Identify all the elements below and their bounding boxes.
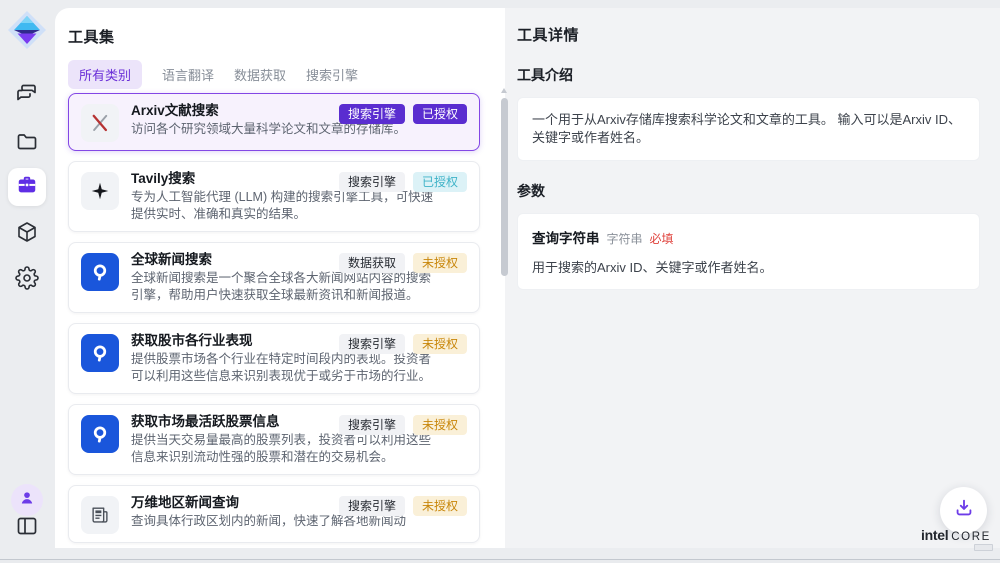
tool-description: 提供股票市场各个行业在特定时间段内的表现。投资者可以利用这些信息来识别表现优于或… bbox=[131, 351, 437, 385]
badge-group: 搜索引擎 未授权 bbox=[339, 334, 467, 354]
left-sidebar bbox=[0, 0, 55, 563]
cube-icon bbox=[15, 220, 39, 244]
toolbox-icon bbox=[16, 174, 38, 201]
auth-badge: 未授权 bbox=[413, 253, 467, 273]
tool-icon bbox=[81, 496, 119, 534]
category-badge: 搜索引擎 bbox=[339, 334, 405, 354]
category-tabs: 所有类别 语言翻译 数据获取 搜索引擎 bbox=[68, 61, 505, 87]
tool-description: 全球新闻搜索是一个聚合全球各大新闻网站内容的搜索引擎，帮助用户快速获取全球最新资… bbox=[131, 270, 437, 304]
sidebar-item-chat[interactable] bbox=[15, 81, 39, 105]
param-type: 字符串 bbox=[607, 232, 643, 246]
sidebar-item-packages[interactable] bbox=[15, 220, 39, 244]
sidebar-item-settings[interactable] bbox=[15, 266, 39, 290]
intel-core-logo: intel core bbox=[921, 527, 991, 543]
auth-badge: 未授权 bbox=[413, 496, 467, 516]
scrollbar-thumb[interactable] bbox=[501, 98, 508, 276]
tool-card[interactable]: 获取股市各行业表现 提供股票市场各个行业在特定时间段内的表现。投资者可以利用这些… bbox=[68, 323, 480, 394]
category-badge: 数据获取 bbox=[339, 253, 405, 273]
settings-gear-icon bbox=[15, 266, 39, 290]
param-name: 查询字符串 bbox=[532, 231, 600, 246]
tools-list-panel: 工具集 所有类别 语言翻译 数据获取 搜索引擎 Arxiv文献搜索 访问各个研究… bbox=[55, 8, 505, 548]
core-wordmark: core bbox=[951, 531, 991, 543]
sidebar-item-layout[interactable] bbox=[15, 514, 39, 538]
user-avatar-icon bbox=[17, 488, 37, 513]
tab-data-fetch[interactable]: 数据获取 bbox=[234, 65, 286, 84]
tool-icon bbox=[81, 253, 119, 291]
tool-icon bbox=[81, 104, 119, 142]
category-badge: 搜索引擎 bbox=[339, 496, 405, 516]
main-container: 工具集 所有类别 语言翻译 数据获取 搜索引擎 Arxiv文献搜索 访问各个研究… bbox=[55, 8, 1000, 548]
tool-icon bbox=[81, 172, 119, 210]
details-title: 工具详情 bbox=[517, 24, 980, 45]
category-badge: 搜索引擎 bbox=[339, 415, 405, 435]
tool-card[interactable]: 全球新闻搜索 全球新闻搜索是一个聚合全球各大新闻网站内容的搜索引擎，帮助用户快速… bbox=[68, 242, 480, 313]
tool-card[interactable]: 万维地区新闻查询 查询具体行政区划内的新闻，快速了解各地新闻动 搜索引擎 未授权 bbox=[68, 485, 480, 543]
chat-icon bbox=[15, 81, 39, 105]
folder-icon bbox=[15, 130, 39, 154]
tool-description: 提供当天交易量最高的股票列表，投资者可以利用这些信息来识别流动性强的股票和潜在的… bbox=[131, 432, 437, 466]
params-heading: 参数 bbox=[517, 181, 980, 201]
tool-icon bbox=[81, 334, 119, 372]
auth-badge: 已授权 bbox=[413, 172, 467, 192]
download-icon bbox=[953, 497, 975, 524]
tool-card[interactable]: Tavily搜索 专为人工智能代理 (LLM) 构建的搜索引擎工具，可快速提供实… bbox=[68, 161, 480, 232]
param-required-flag: 必填 bbox=[650, 232, 674, 246]
scroll-up-arrow-icon[interactable] bbox=[501, 88, 507, 93]
tool-card[interactable]: 获取市场最活跃股票信息 提供当天交易量最高的股票列表，投资者可以利用这些信息来识… bbox=[68, 404, 480, 475]
tool-card[interactable]: Arxiv文献搜索 访问各个研究领域大量科学论文和文章的存储库。 搜索引擎 已授… bbox=[68, 93, 480, 151]
layout-panel-icon bbox=[15, 514, 39, 538]
badge-group: 搜索引擎 已授权 bbox=[339, 104, 467, 124]
tool-description: 专为人工智能代理 (LLM) 构建的搜索引擎工具，可快速提供实时、准确和真实的结… bbox=[131, 189, 437, 223]
category-badge: 搜索引擎 bbox=[339, 104, 405, 124]
tab-language-translation[interactable]: 语言翻译 bbox=[162, 65, 214, 84]
intro-heading: 工具介绍 bbox=[517, 65, 980, 85]
tools-panel-title: 工具集 bbox=[68, 26, 505, 47]
app-logo-icon bbox=[7, 10, 47, 50]
auth-badge: 已授权 bbox=[413, 104, 467, 124]
category-badge: 搜索引擎 bbox=[339, 172, 405, 192]
tab-all-categories[interactable]: 所有类别 bbox=[68, 60, 142, 89]
tool-details-panel: 工具详情 工具介绍 一个用于从Arxiv存储库搜索科学论文和文章的工具。 输入可… bbox=[505, 8, 1000, 548]
intro-card: 一个用于从Arxiv存储库搜索科学论文和文章的工具。 输入可以是Arxiv ID… bbox=[517, 97, 980, 161]
badge-group: 搜索引擎 未授权 bbox=[339, 415, 467, 435]
intel-wordmark: intel bbox=[921, 527, 948, 543]
param-description: 用于搜索的Arxiv ID、关键字或作者姓名。 bbox=[532, 257, 965, 276]
list-scrollbar bbox=[501, 86, 508, 542]
ultra-badge-icon bbox=[974, 544, 993, 551]
sidebar-item-tools-active[interactable] bbox=[8, 168, 46, 206]
badge-group: 数据获取 未授权 bbox=[339, 253, 467, 273]
tool-card-list: Arxiv文献搜索 访问各个研究领域大量科学论文和文章的存储库。 搜索引擎 已授… bbox=[68, 93, 480, 543]
param-card: 查询字符串字符串必填 用于搜索的Arxiv ID、关键字或作者姓名。 bbox=[517, 213, 980, 290]
badge-group: 搜索引擎 已授权 bbox=[339, 172, 467, 192]
auth-badge: 未授权 bbox=[413, 415, 467, 435]
badge-group: 搜索引擎 未授权 bbox=[339, 496, 467, 516]
tab-search-engine[interactable]: 搜索引擎 bbox=[306, 65, 358, 84]
tool-icon bbox=[81, 415, 119, 453]
sidebar-item-files[interactable] bbox=[15, 130, 39, 154]
auth-badge: 未授权 bbox=[413, 334, 467, 354]
user-avatar[interactable] bbox=[11, 484, 43, 516]
